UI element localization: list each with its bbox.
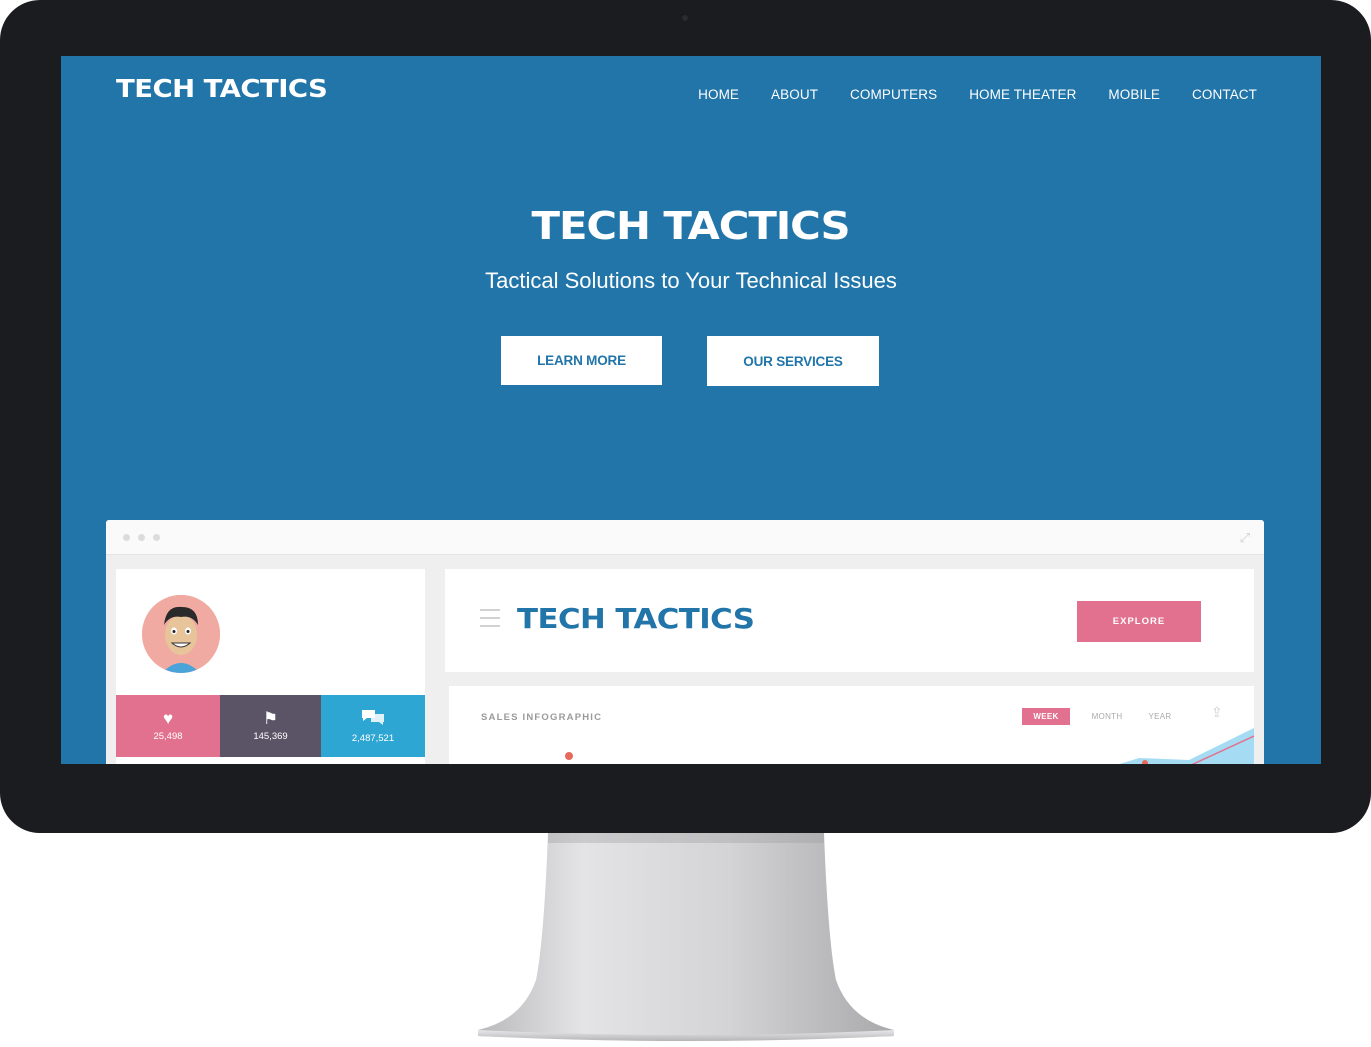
flags-stat[interactable]: ⚑ 145,369 bbox=[220, 695, 321, 757]
explore-button[interactable]: EXPLORE bbox=[1077, 601, 1201, 642]
nav-home[interactable]: HOME bbox=[698, 87, 739, 102]
hero-title: TECH TACTICS bbox=[531, 204, 851, 248]
window-dot bbox=[123, 534, 130, 541]
window-dot bbox=[138, 534, 145, 541]
learn-more-button[interactable]: LEARN MORE bbox=[501, 336, 662, 385]
nav-mobile[interactable]: MOBILE bbox=[1108, 87, 1160, 102]
flag-icon: ⚑ bbox=[262, 709, 279, 728]
sales-infographic-card: SALES INFOGRAPHIC WEEK MONTH YEAR ⇪ bbox=[449, 686, 1254, 764]
likes-count: 25,498 bbox=[153, 731, 183, 742]
dashboard-logo: TECH TACTICS bbox=[517, 602, 755, 635]
hero-subtitle: Tactical Solutions to Your Technical Iss… bbox=[485, 268, 897, 293]
nav-home-theater[interactable]: HOME THEATER bbox=[969, 87, 1076, 102]
chat-icon bbox=[361, 708, 385, 730]
profile-card: ♥ 25,498 ⚑ 145,369 2,487,521 bbox=[116, 569, 425, 764]
sales-chart bbox=[565, 728, 1254, 764]
camera-icon bbox=[681, 14, 689, 22]
nav-about[interactable]: ABOUT bbox=[771, 87, 818, 102]
website-screen: TECH TACTICS HOME ABOUT COMPUTERS HOME T… bbox=[61, 56, 1321, 764]
dashboard-preview: ⤢ ♥ 25,498 ⚑ 145,369 2,487,521 TECH TACT… bbox=[106, 520, 1264, 764]
avatar bbox=[142, 595, 220, 673]
our-services-button[interactable]: OUR SERVICES bbox=[707, 336, 879, 386]
flags-count: 145,369 bbox=[253, 731, 288, 742]
chart-point bbox=[565, 752, 573, 760]
comments-stat[interactable]: 2,487,521 bbox=[321, 695, 425, 757]
main-nav: HOME ABOUT COMPUTERS HOME THEATER MOBILE… bbox=[666, 87, 1257, 102]
browser-bar: ⤢ bbox=[106, 520, 1264, 555]
menu-icon[interactable] bbox=[480, 609, 500, 633]
expand-icon[interactable]: ⤢ bbox=[1240, 530, 1250, 546]
likes-stat[interactable]: ♥ 25,498 bbox=[116, 695, 220, 757]
nav-contact[interactable]: CONTACT bbox=[1192, 87, 1257, 102]
comments-count: 2,487,521 bbox=[351, 733, 395, 744]
brand-header-card: TECH TACTICS EXPLORE bbox=[445, 569, 1254, 672]
stats-row: ♥ 25,498 ⚑ 145,369 2,487,521 bbox=[116, 695, 425, 757]
nav-computers[interactable]: COMPUTERS bbox=[850, 87, 937, 102]
heart-icon: ♥ bbox=[162, 709, 174, 728]
monitor-stand bbox=[478, 833, 894, 1041]
site-logo[interactable]: TECH TACTICS bbox=[116, 74, 328, 103]
window-dot bbox=[153, 534, 160, 541]
